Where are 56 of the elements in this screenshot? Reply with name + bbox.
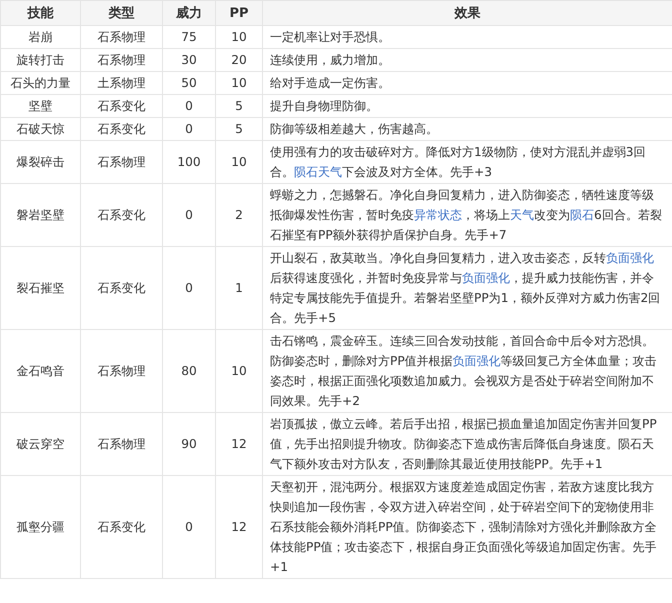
column-header: 技能 (0, 0, 80, 26)
table-cell: 破云穿空 (0, 412, 80, 476)
table-cell: 旋转打击 (0, 48, 80, 72)
table-cell: 裂石摧坚 (0, 246, 80, 330)
table-cell: 0 (162, 246, 216, 330)
table-cell: 坚壁 (0, 94, 80, 118)
table-cell: 20 (216, 48, 262, 72)
table-cell: 石破天惊 (0, 118, 80, 140)
table-cell: 1 (216, 246, 262, 330)
table-cell: 90 (162, 412, 216, 476)
table-cell: 石系物理 (80, 412, 162, 476)
table-cell: 石系变化 (80, 118, 162, 140)
table-cell: 石系物理 (80, 140, 162, 184)
effect-link[interactable]: 负面强化 (606, 251, 654, 265)
table-cell: 5 (216, 118, 262, 140)
column-header: 效果 (262, 0, 672, 26)
table-cell: 土系物理 (80, 72, 162, 94)
table-cell: 石系变化 (80, 476, 162, 578)
table-cell: 0 (162, 476, 216, 578)
table-cell: 5 (216, 94, 262, 118)
table-cell: 30 (162, 48, 216, 72)
table-cell: 12 (216, 476, 262, 578)
table-cell: 石系变化 (80, 246, 162, 330)
table-cell: 10 (216, 330, 262, 412)
effect-link[interactable]: 陨石 (570, 208, 594, 222)
column-header: 类型 (80, 0, 162, 26)
table-cell: 80 (162, 330, 216, 412)
table-cell: 10 (216, 140, 262, 184)
table-cell: 0 (162, 94, 216, 118)
table-cell: 石系物理 (80, 26, 162, 48)
effect-link[interactable]: 陨石天气 (294, 165, 342, 179)
table-cell: 石系物理 (80, 48, 162, 72)
table-cell: 石系物理 (80, 330, 162, 412)
effect-link[interactable]: 天气 (510, 208, 534, 222)
table-cell: 75 (162, 26, 216, 48)
table-cell: 爆裂碎击 (0, 140, 80, 184)
table-cell: 石头的力量 (0, 72, 80, 94)
table-cell: 12 (216, 412, 262, 476)
effect-link[interactable]: 异常状态 (414, 208, 462, 222)
table-cell: 石系变化 (80, 184, 162, 246)
effect-link[interactable]: 负面强化 (462, 271, 510, 285)
table-cell: 石系变化 (80, 94, 162, 118)
table-cell: 100 (162, 140, 216, 184)
table-cell: 0 (162, 184, 216, 246)
table-cell: 磐岩坚壁 (0, 184, 80, 246)
effect-link[interactable]: 负面强化 (452, 354, 501, 368)
table-cell: 10 (216, 26, 262, 48)
table-cell: 金石鸣音 (0, 330, 80, 412)
table-cell: 2 (216, 184, 262, 246)
table-cell: 10 (216, 72, 262, 94)
column-header: PP (216, 0, 262, 26)
column-header: 威力 (162, 0, 216, 26)
table-cell: 0 (162, 118, 216, 140)
table-cell: 孤壑分疆 (0, 476, 80, 578)
table-cell: 50 (162, 72, 216, 94)
table-cell: 岩崩 (0, 26, 80, 48)
